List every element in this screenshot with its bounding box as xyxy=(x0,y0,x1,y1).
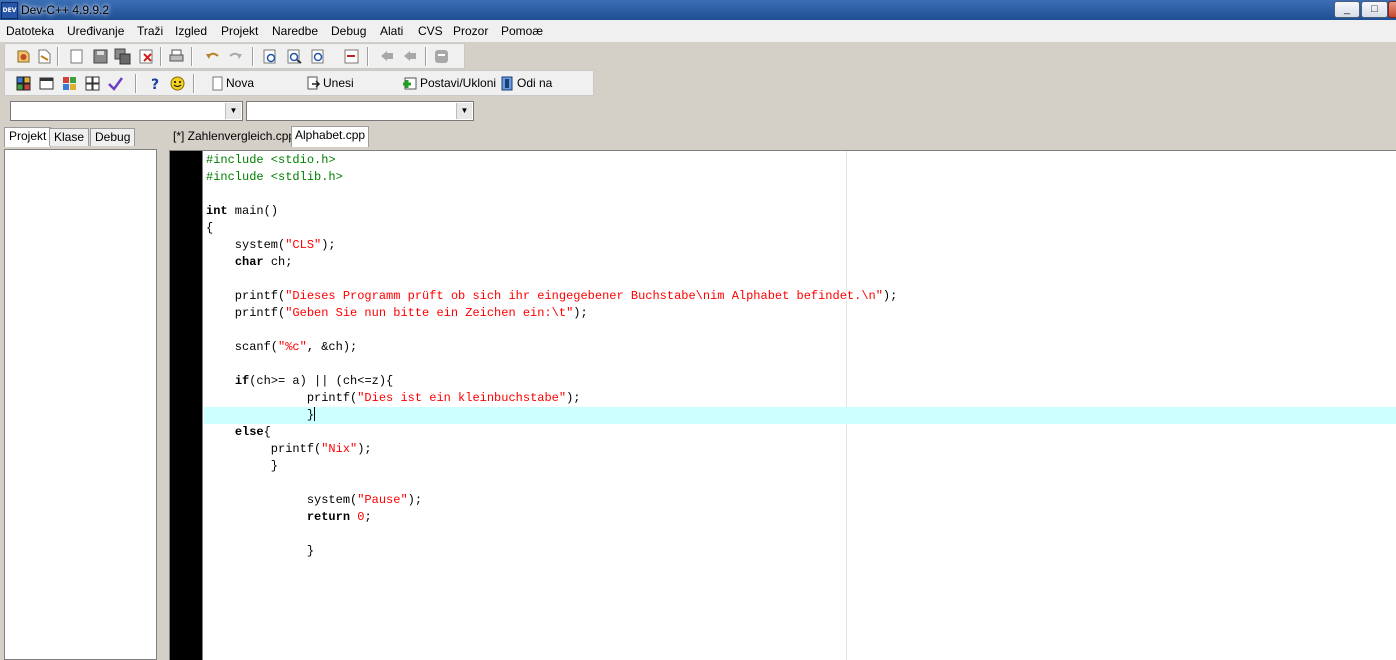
tab-projekt[interactable]: Projekt xyxy=(4,127,52,147)
about-icon[interactable] xyxy=(169,75,186,92)
code-line[interactable] xyxy=(206,475,897,492)
code-line[interactable]: #include <stdlib.h> xyxy=(206,169,897,186)
goto-line-icon[interactable] xyxy=(343,48,360,65)
toolbar-separator xyxy=(367,47,369,66)
code-line[interactable]: return 0; xyxy=(206,509,897,526)
close-button[interactable] xyxy=(1388,1,1396,18)
goto-bookmark-icon[interactable] xyxy=(499,75,516,92)
class-combo[interactable]: ▼ xyxy=(10,101,243,121)
code-text[interactable]: #include <stdio.h> #include <stdlib.h> int… xyxy=(206,152,897,560)
compile-icon[interactable] xyxy=(61,75,78,92)
code-line[interactable] xyxy=(206,271,897,288)
code-line[interactable]: { xyxy=(206,220,897,237)
toolbar-separator xyxy=(135,74,137,93)
find-icon[interactable] xyxy=(262,48,279,65)
toolbar-separator xyxy=(193,74,195,93)
code-line[interactable]: printf("Dieses Programm prüft ob sich ih… xyxy=(206,288,898,305)
menu-uredivanje[interactable]: Uređivanje xyxy=(67,24,124,38)
code-line[interactable]: scanf("%c", &ch); xyxy=(206,339,897,356)
menu-datoteka[interactable]: Datoteka xyxy=(6,24,54,38)
toolbar-separator xyxy=(191,47,193,66)
tab-zahlenvergleich[interactable]: [*] Zahlenvergleich.cpp xyxy=(170,128,298,146)
menu-bar: Datoteka Uređivanje Traži Izgled Projekt… xyxy=(0,20,1396,42)
menu-prozor[interactable]: Prozor xyxy=(453,24,488,38)
code-line[interactable]: system("CLS"); xyxy=(206,237,897,254)
code-line[interactable]: printf("Geben Sie nun bitte ein Zeichen … xyxy=(206,305,897,322)
new-file-icon[interactable] xyxy=(68,48,85,65)
menu-debug[interactable]: Debug xyxy=(331,24,366,38)
code-line[interactable]: if(ch>= a) || (ch<=z){ xyxy=(206,373,897,390)
svg-text:?: ? xyxy=(151,77,159,92)
menu-izgled[interactable]: Izgled xyxy=(175,24,207,38)
toolbar-separator xyxy=(57,47,59,66)
code-line[interactable]: int main() xyxy=(206,203,897,220)
tab-alphabet[interactable]: Alphabet.cpp xyxy=(291,126,370,147)
undo-icon[interactable] xyxy=(204,48,221,65)
menu-trazi[interactable]: Traži xyxy=(137,24,163,38)
text-cursor xyxy=(314,407,316,421)
secondary-toolbar: ? Nova Unesi Postavi/Ukloni Odi na xyxy=(4,70,594,96)
check-icon[interactable] xyxy=(107,75,124,92)
save-icon[interactable] xyxy=(92,48,109,65)
main-toolbar xyxy=(4,43,465,69)
chevron-down-icon[interactable]: ▼ xyxy=(456,103,472,119)
title-bar: DEV Dev-C++ 4.9.9.2 _ □ xyxy=(0,0,1396,20)
postavi-ukloni-button[interactable]: Postavi/Ukloni xyxy=(420,76,496,90)
window-icon[interactable] xyxy=(38,75,55,92)
menu-alati[interactable]: Alati xyxy=(380,24,403,38)
project-tree-panel[interactable] xyxy=(4,149,157,660)
help-icon[interactable]: ? xyxy=(147,75,164,92)
toolbar-separator xyxy=(425,47,427,66)
toolbar-separator xyxy=(160,47,162,66)
open-file-icon[interactable] xyxy=(36,48,53,65)
code-line[interactable]: printf("Dies ist ein kleinbuchstabe"); xyxy=(206,390,897,407)
code-editor[interactable]: #include <stdio.h> #include <stdlib.h> int… xyxy=(169,150,1396,660)
code-line[interactable]: } xyxy=(206,407,897,424)
code-line[interactable] xyxy=(206,526,897,543)
nova-button[interactable]: Nova xyxy=(226,76,254,90)
gutter-divider xyxy=(202,151,203,660)
window-title: Dev-C++ 4.9.9.2 xyxy=(21,3,110,17)
toolbar-separator xyxy=(252,47,254,66)
code-line[interactable] xyxy=(206,356,897,373)
odi-na-button[interactable]: Odi na xyxy=(517,76,552,90)
code-line[interactable] xyxy=(206,322,897,339)
maximize-button[interactable]: □ xyxy=(1361,1,1388,18)
unesi-button[interactable]: Unesi xyxy=(323,76,354,90)
tab-debug[interactable]: Debug xyxy=(90,128,136,146)
close-file-icon[interactable] xyxy=(138,48,155,65)
member-combo[interactable]: ▼ xyxy=(246,101,474,121)
code-line[interactable]: } xyxy=(206,458,897,475)
replace-icon[interactable] xyxy=(286,48,303,65)
redo-icon[interactable] xyxy=(227,48,244,65)
menu-pomoc[interactable]: Pomoæ xyxy=(501,24,543,38)
find-next-icon[interactable] xyxy=(310,48,327,65)
code-line[interactable]: system("Pause"); xyxy=(206,492,897,509)
new-item-icon[interactable] xyxy=(209,75,226,92)
save-all-icon[interactable] xyxy=(114,48,131,65)
code-line[interactable]: else{ xyxy=(206,424,897,441)
app-icon: DEV xyxy=(1,2,18,19)
back-icon[interactable] xyxy=(378,48,395,65)
editor-gutter[interactable] xyxy=(170,151,202,660)
print-icon[interactable] xyxy=(168,48,185,65)
chevron-down-icon[interactable]: ▼ xyxy=(225,103,241,119)
code-line[interactable]: printf("Nix"); xyxy=(206,441,897,458)
menu-cvs[interactable]: CVS xyxy=(418,24,443,38)
code-line[interactable]: } xyxy=(206,543,897,560)
tab-klase[interactable]: Klase xyxy=(49,128,90,146)
run-icon[interactable] xyxy=(84,75,101,92)
minimize-button[interactable]: _ xyxy=(1334,1,1360,18)
toggle-bookmark-icon[interactable] xyxy=(402,75,419,92)
insert-icon[interactable] xyxy=(305,75,322,92)
code-line[interactable]: #include <stdio.h> xyxy=(206,152,897,169)
code-line[interactable]: char ch; xyxy=(206,254,897,271)
forward-icon[interactable] xyxy=(401,48,418,65)
open-project-icon[interactable] xyxy=(15,48,32,65)
menu-naredbe[interactable]: Naredbe xyxy=(272,24,318,38)
layout-icon[interactable] xyxy=(15,75,32,92)
stop-icon[interactable] xyxy=(433,48,450,65)
code-line[interactable] xyxy=(206,186,897,203)
menu-projekt[interactable]: Projekt xyxy=(221,24,258,38)
